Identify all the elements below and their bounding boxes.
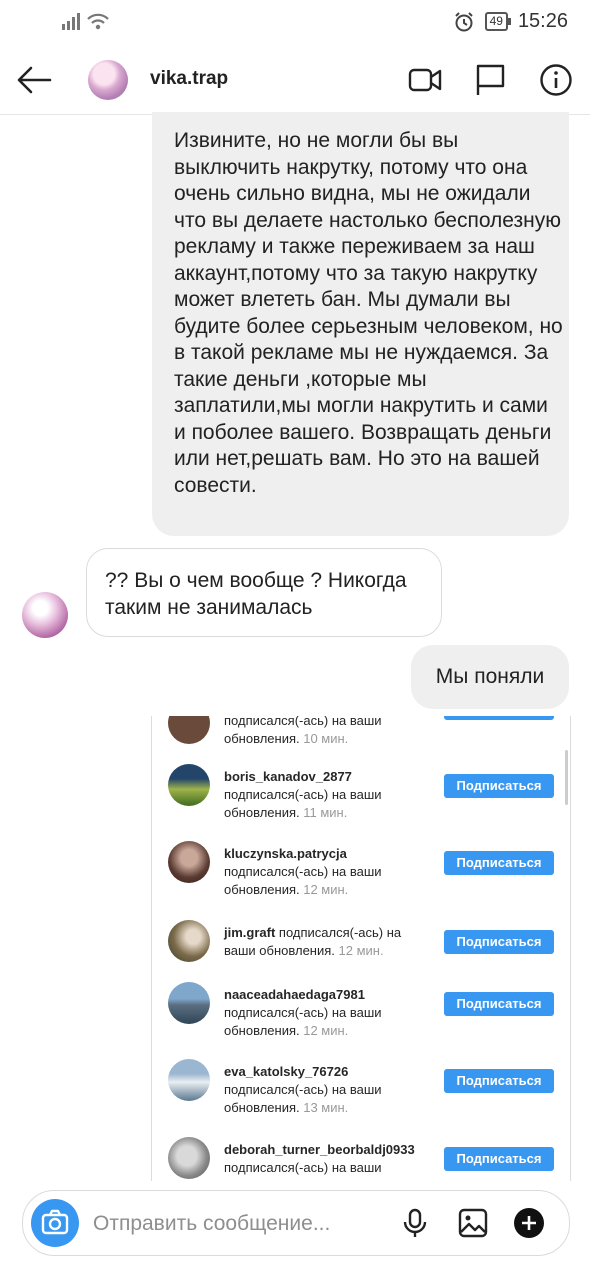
alarm-icon (454, 11, 473, 31)
message-text: Мы поняли (435, 665, 545, 688)
add-icon[interactable] (513, 1207, 545, 1239)
microphone-icon[interactable] (399, 1207, 431, 1239)
camera-icon (41, 1209, 69, 1235)
flag-icon[interactable] (472, 62, 508, 98)
message-composer: Отправить сообщение... (22, 1190, 570, 1256)
wifi-icon (87, 13, 109, 30)
notification-text: eva_katolsky_76726 подписался(-ась) на ва… (224, 1064, 382, 1115)
message-text: Извините, но не могли бы вы выключить на… (174, 129, 563, 497)
avatar (168, 764, 210, 806)
chat-username[interactable]: vika.trap (150, 68, 228, 90)
avatar (168, 982, 210, 1024)
video-call-icon[interactable] (407, 62, 443, 98)
battery-icon: 49 (484, 12, 512, 31)
shared-image[interactable]: подписался(-ась) на ваши обновления. 10 … (151, 716, 571, 1181)
follow-button[interactable]: Подписаться (444, 1069, 554, 1093)
notification-text: naaceadahaedaga7981 подписался(-ась) на в… (224, 987, 382, 1038)
avatar[interactable] (22, 592, 68, 638)
sent-message[interactable]: Извините, но не могли бы вы выключить на… (152, 112, 569, 536)
camera-button[interactable] (31, 1199, 79, 1247)
notification-text: boris_kanadov_2877 подписался(-ась) на ва… (224, 769, 382, 820)
network-indicators (62, 12, 110, 30)
list-item: deborah_turner_beorbaldj0933 подписался(-… (152, 1137, 570, 1181)
status-right: 49 15:26 (453, 10, 568, 33)
list-item: eva_katolsky_76726 подписался(-ась) на ва… (152, 1059, 570, 1129)
chat-header: vika.trap (0, 46, 590, 115)
signal-icon (62, 12, 80, 30)
avatar[interactable] (88, 60, 128, 100)
received-message[interactable]: ?? Вы о чем вообще ? Никогда таким не за… (86, 548, 442, 637)
list-item: naaceadahaedaga7981 подписался(-ась) на в… (152, 982, 570, 1052)
avatar (168, 841, 210, 883)
status-bar: 49 15:26 (0, 0, 590, 46)
notification-text: kluczynska.patrycja подписался(-ась) на … (224, 846, 382, 897)
sent-message[interactable]: Мы поняли (411, 645, 569, 709)
info-icon[interactable] (538, 62, 574, 98)
notification-text: deborah_turner_beorbaldj0933 подписался(-… (224, 1142, 415, 1175)
back-arrow-icon[interactable] (14, 60, 54, 100)
follow-button[interactable]: Подписаться (444, 930, 554, 954)
message-input[interactable]: Отправить сообщение... (93, 1212, 330, 1236)
avatar (168, 716, 210, 744)
follow-button[interactable]: Подписаться (444, 992, 554, 1016)
notification-text: подписался(-ась) на ваши обновления. 10 … (224, 716, 382, 746)
message-text: ?? Вы о чем вообще ? Никогда таким не за… (105, 569, 407, 619)
list-item: kluczynska.patrycja подписался(-ась) на … (152, 841, 570, 911)
list-item: jim.graft подписался(-ась) на ваши обнов… (152, 920, 570, 990)
gallery-icon[interactable] (457, 1207, 489, 1239)
follow-button[interactable]: Подписаться (444, 851, 554, 875)
avatar (168, 1137, 210, 1179)
notification-text: jim.graft подписался(-ась) на ваши обнов… (224, 925, 402, 958)
clock: 15:26 (517, 10, 568, 32)
list-item: boris_kanadov_2877 подписался(-ась) на ва… (152, 764, 570, 834)
follow-button[interactable] (444, 716, 554, 720)
follow-button[interactable]: Подписаться (444, 1147, 554, 1171)
avatar (168, 1059, 210, 1101)
avatar (168, 920, 210, 962)
follow-button[interactable]: Подписаться (444, 774, 554, 798)
